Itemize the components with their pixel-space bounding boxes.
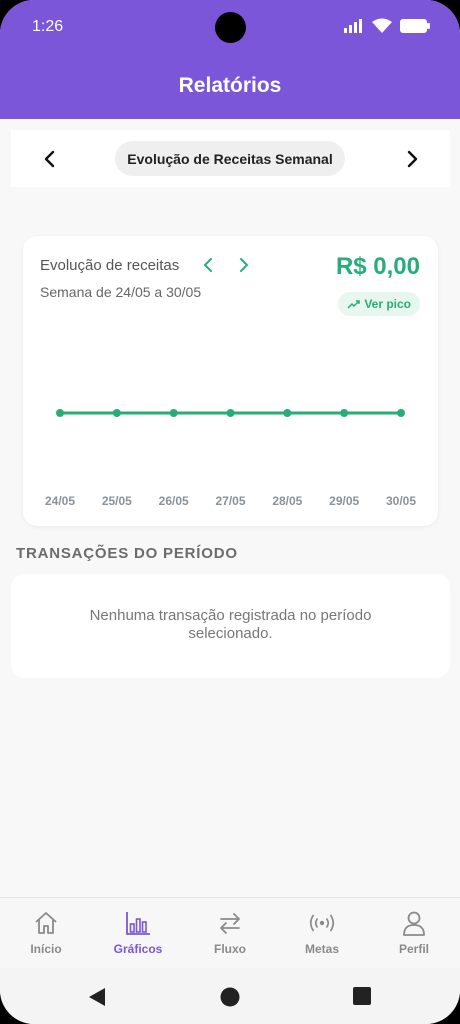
recents-icon[interactable] (353, 987, 371, 1005)
empty-transactions-message: Nenhuma transação registrada no período … (89, 607, 372, 642)
signal-icon (344, 18, 362, 33)
data-point[interactable] (112, 409, 121, 417)
bar-chart-icon (126, 912, 150, 935)
revenue-line-chart: 24/05 25/05 26/05 27/05 28/05 29/05 30/05 (45, 409, 416, 508)
broadcast-icon (309, 914, 335, 932)
x-tick-label: 27/05 (215, 494, 245, 508)
nav-label: Início (30, 942, 62, 956)
app-header: 1:26 Relatórios (0, 0, 460, 119)
swap-arrows-icon (220, 913, 240, 934)
nav-item-graficos[interactable]: Gráficos (98, 910, 178, 956)
x-tick-label: 30/05 (386, 494, 416, 508)
bottom-navigation: Início Gráficos Fluxo Metas Perfil (0, 897, 460, 968)
transactions-section-title: TRANSAÇÕES DO PERÍODO (16, 545, 238, 562)
transactions-card: Nenhuma transação registrada no período … (11, 574, 450, 678)
report-type-pill[interactable]: Evolução de Receitas Semanal (115, 141, 345, 176)
nav-item-fluxo[interactable]: Fluxo (190, 910, 270, 956)
system-navigation-bar (0, 968, 460, 1024)
x-tick-label: 29/05 (329, 494, 359, 508)
status-time: 1:26 (32, 18, 64, 35)
nav-label: Fluxo (214, 942, 246, 956)
front-camera (215, 12, 246, 43)
back-icon[interactable] (87, 987, 107, 1007)
report-selector: Evolução de Receitas Semanal (11, 130, 450, 187)
data-point[interactable] (169, 409, 178, 417)
x-tick-label: 25/05 (102, 494, 132, 508)
page-title: Relatórios (178, 74, 282, 97)
data-point[interactable] (226, 409, 235, 417)
x-tick-label: 26/05 (159, 494, 189, 508)
phone-screen: 1:26 Relatórios Evolução de Receitas Sem… (0, 0, 460, 1024)
data-point[interactable] (397, 409, 405, 417)
wifi-icon (372, 18, 392, 33)
battery-icon (400, 18, 430, 33)
nav-item-metas[interactable]: Metas (282, 910, 362, 956)
nav-item-perfil[interactable]: Perfil (374, 910, 454, 956)
chevron-left-icon[interactable] (38, 147, 62, 171)
x-tick-label: 28/05 (272, 494, 302, 508)
chevron-right-icon[interactable] (400, 147, 424, 171)
data-point[interactable] (340, 409, 349, 417)
x-tick-label: 24/05 (45, 494, 75, 508)
user-icon (403, 911, 425, 936)
status-icons (344, 18, 430, 33)
home-icon (35, 912, 57, 934)
data-point[interactable] (283, 409, 292, 417)
home-button-icon[interactable] (220, 987, 240, 1007)
nav-label: Metas (304, 942, 339, 956)
revenue-chart-card: Evolução de receitas Semana de 24/05 a 3… (23, 236, 438, 526)
data-point[interactable] (56, 409, 64, 417)
nav-label: Gráficos (113, 942, 163, 956)
nav-item-inicio[interactable]: Início (6, 910, 86, 956)
nav-label: Perfil (398, 942, 429, 956)
